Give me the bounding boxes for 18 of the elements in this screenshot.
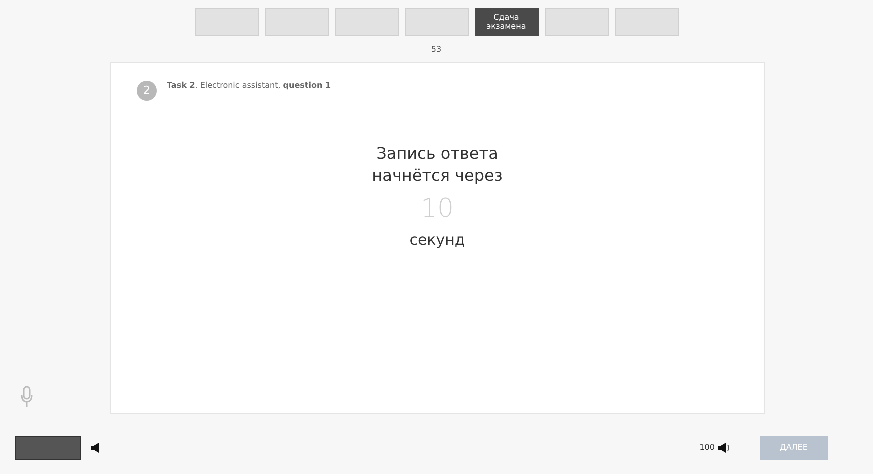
- step-tab[interactable]: [544, 8, 608, 36]
- countdown-unit: секунд: [410, 230, 466, 251]
- volume-value: 100: [700, 442, 715, 454]
- playback-button[interactable]: [15, 436, 81, 460]
- speaker-icon: [718, 443, 732, 453]
- step-tab[interactable]: [334, 8, 398, 36]
- microphone-icon: [20, 386, 34, 408]
- step-tab[interactable]: [614, 8, 678, 36]
- step-tab[interactable]: Сдача экзамена: [474, 8, 538, 36]
- page-number: 53: [431, 44, 442, 56]
- speaker-icon: [91, 443, 99, 453]
- task-number-badge: 2: [137, 81, 157, 101]
- task-title: Task 2. Electronic assistant, question 1: [167, 80, 332, 92]
- step-tab[interactable]: [264, 8, 328, 36]
- step-tab[interactable]: [404, 8, 468, 36]
- step-tab[interactable]: [194, 8, 258, 36]
- countdown-text: Запись ответа: [376, 143, 498, 165]
- countdown-text: начнётся через: [372, 165, 503, 187]
